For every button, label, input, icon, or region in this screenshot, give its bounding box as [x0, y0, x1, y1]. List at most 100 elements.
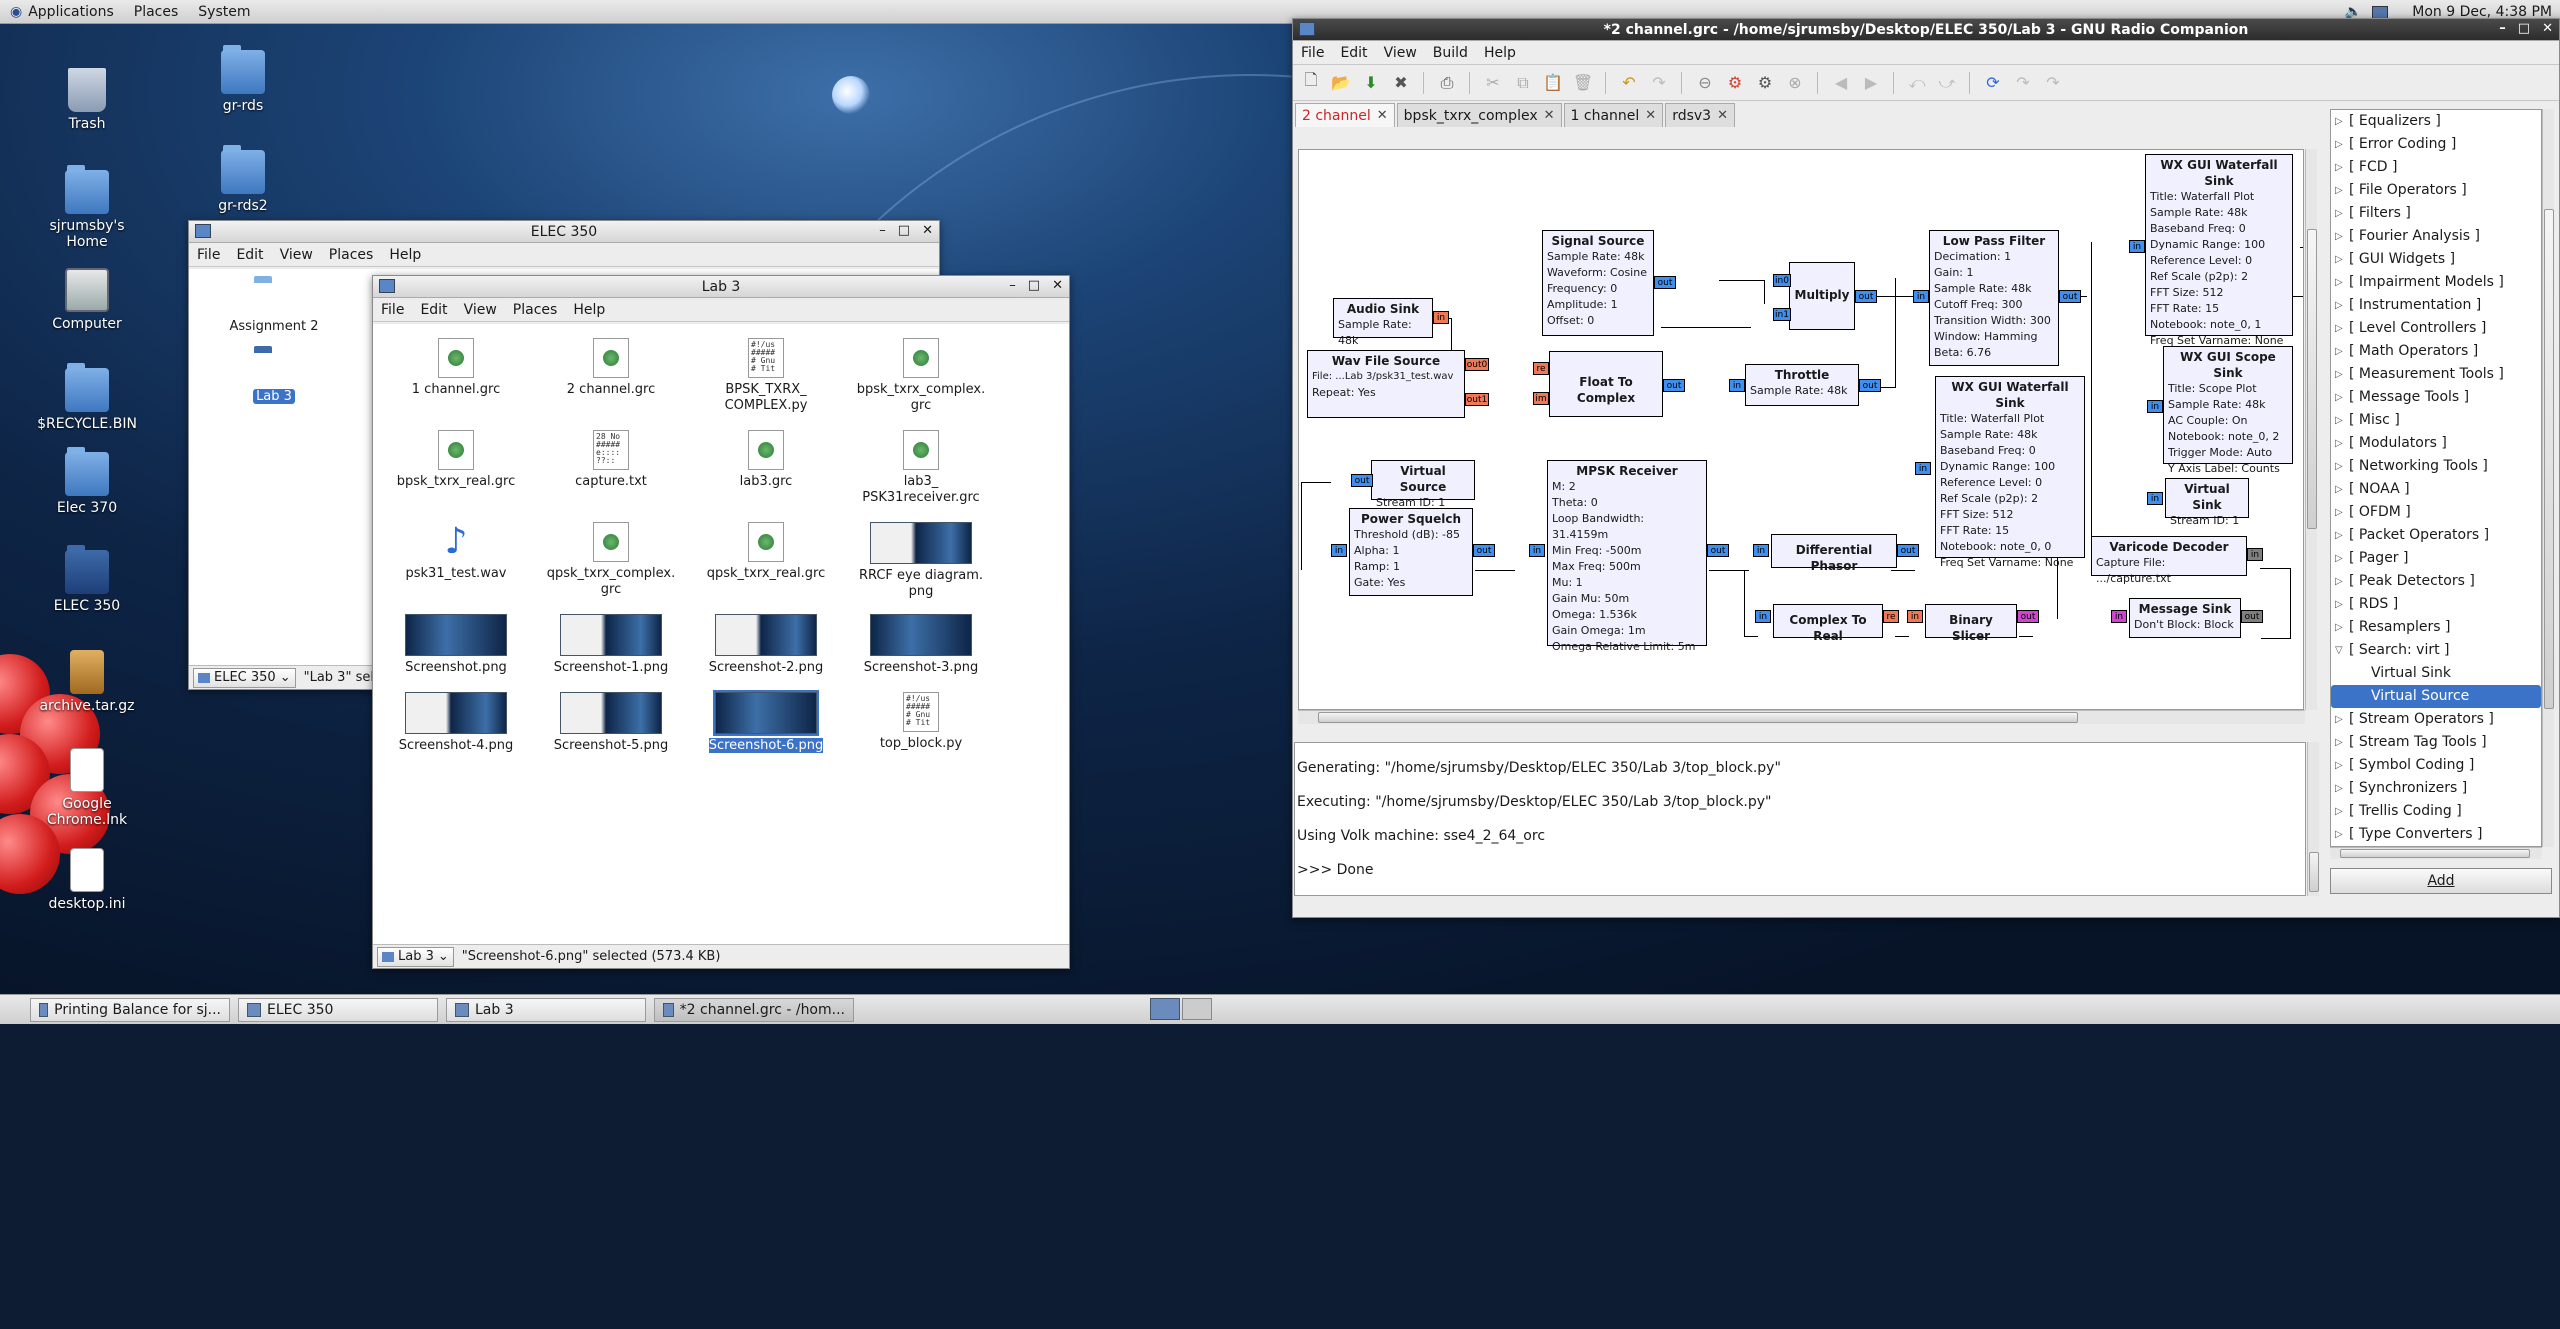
tree-category[interactable]: [ Type Converters ] [2331, 823, 2541, 846]
tree-category[interactable]: [ Instrumentation ] [2331, 294, 2541, 317]
open-icon[interactable]: 📂 [1329, 71, 1353, 95]
menu-places[interactable]: Places [513, 302, 558, 318]
reload-icon[interactable]: ⟳ [1981, 71, 2005, 95]
block-virtual-sink[interactable]: Virtual Sink Stream ID: 1 [2165, 478, 2249, 527]
canvas-horizontal-scrollbar[interactable] [1298, 710, 2305, 724]
menu-help[interactable]: Help [573, 302, 605, 318]
port-re[interactable]: re [1883, 610, 1899, 623]
port-out[interactable]: out [1855, 290, 1877, 303]
desktop-icon-elec350[interactable]: ELEC 350 [27, 545, 147, 614]
file-item[interactable]: qpsk_txrx_real.grc [691, 522, 841, 582]
tree-category[interactable]: [ Stream Operators ] [2331, 708, 2541, 731]
menu-build[interactable]: Build [1433, 45, 1468, 61]
desktop-icon-computer[interactable]: Computer [27, 268, 147, 332]
tab-1-channel[interactable]: 1 channel ✕ [1563, 103, 1664, 127]
block-audio-sink[interactable]: Audio Sink Sample Rate: 48k [1333, 298, 1433, 347]
scrollbar-thumb[interactable] [2307, 229, 2317, 529]
tab-2-channel[interactable]: 2 channel ✕ [1295, 103, 1395, 127]
lab3-titlebar[interactable]: Lab 3 – □ ✕ [373, 276, 1069, 298]
port-out[interactable]: out [2241, 610, 2263, 623]
tree-category[interactable]: [ Misc ] [2331, 409, 2541, 432]
port-out[interactable]: out [1654, 276, 1676, 289]
menu-help[interactable]: Help [389, 247, 421, 263]
port-in[interactable]: in [2129, 240, 2145, 253]
menu-edit[interactable]: Edit [1340, 45, 1367, 61]
execute-icon[interactable]: ⚙ [1753, 71, 1777, 95]
tree-category[interactable]: [ Error Coding ] [2331, 133, 2541, 156]
menu-file[interactable]: File [381, 302, 404, 318]
close-icon[interactable]: ✕ [1717, 108, 1728, 123]
close-icon[interactable]: ✕ [2542, 21, 2553, 36]
grc-titlebar[interactable]: *2 channel.grc - /home/sjrumsby/Desktop/… [1293, 19, 2559, 41]
undo-icon[interactable]: ↶ [1617, 71, 1641, 95]
block-wav-file-source[interactable]: Wav File Source File: ...Lab 3/psk31_tes… [1307, 350, 1465, 418]
tree-category[interactable]: [ Peak Detectors ] [2331, 570, 2541, 593]
bypass-icon[interactable]: ↷ [2011, 71, 2035, 95]
block-wx-gui-waterfall-sink[interactable]: WX GUI Waterfall Sink Title: Waterfall P… [2145, 154, 2293, 347]
file-item[interactable]: #!/us ##### # Gnu # Tit top_block.py [846, 692, 996, 752]
menu-places[interactable]: Places [329, 247, 374, 263]
redo-icon[interactable]: ↷ [1647, 71, 1671, 95]
block-throttle[interactable]: Throttle Sample Rate: 48k [1745, 364, 1859, 406]
desktop-icon-gr-rds[interactable]: gr-rds [183, 45, 303, 114]
minimize-icon[interactable]: – [879, 223, 886, 238]
menu-view[interactable]: View [1384, 45, 1417, 61]
paste-icon[interactable]: 📋 [1541, 71, 1565, 95]
port-in[interactable]: in [1915, 462, 1931, 475]
port-in[interactable]: in [1913, 290, 1929, 303]
rotate-ccw-icon[interactable]: ⤺ [1905, 71, 1929, 95]
file-item[interactable]: lab3_ PSK31receiver.grc [846, 430, 996, 506]
port-out0[interactable]: out0 [1465, 358, 1489, 371]
block-float-to-complex[interactable]: Float To Complex [1549, 351, 1663, 417]
file-item[interactable]: Screenshot-2.png [691, 614, 841, 676]
file-item[interactable]: 1 channel.grc [381, 338, 531, 398]
kill-icon[interactable]: ⊗ [1783, 71, 1807, 95]
tree-category[interactable]: [ Networking Tools ] [2331, 455, 2541, 478]
close-file-icon[interactable]: ✖ [1389, 71, 1413, 95]
block-wx-gui-waterfall-sink-2[interactable]: WX GUI Waterfall Sink Title: Waterfall P… [1935, 376, 2085, 569]
cut-icon[interactable]: ✂ [1481, 71, 1505, 95]
block-signal-source[interactable]: Signal Source Sample Rate: 48k Waveform:… [1542, 230, 1654, 336]
tree-item-virtual-sink[interactable]: Virtual Sink [2331, 662, 2541, 685]
file-item[interactable]: bpsk_txrx_complex. grc [846, 338, 996, 414]
port-in[interactable]: in [1331, 544, 1347, 557]
block-differential-phasor[interactable]: Differential Phasor [1771, 534, 1897, 573]
delete-icon[interactable]: 🗑 [1571, 71, 1595, 95]
new-icon[interactable]: 🗋 [1299, 70, 1323, 95]
desktop-icon-trash[interactable]: Trash [27, 68, 147, 132]
scrollbar-thumb[interactable] [2340, 849, 2530, 858]
tree-category[interactable]: [ Resamplers ] [2331, 616, 2541, 639]
tab-rdsv3[interactable]: rdsv3 ✕ [1665, 103, 1735, 127]
block-virtual-source[interactable]: Virtual Source Stream ID: 1 [1371, 460, 1475, 509]
scrollbar-thumb[interactable] [2544, 209, 2554, 709]
maximize-icon[interactable]: □ [1028, 278, 1040, 293]
file-item[interactable]: qpsk_txrx_complex. grc [536, 522, 686, 598]
save-icon[interactable]: ⬇ [1359, 71, 1383, 95]
file-item[interactable]: Screenshot-5.png [536, 692, 686, 754]
desktop-icon-chrome-lnk[interactable]: Google Chrome.lnk [27, 748, 147, 828]
file-item[interactable]: bpsk_txrx_real.grc [381, 430, 531, 490]
file-item[interactable]: Screenshot.png [381, 614, 531, 676]
canvas-vertical-scrollbar[interactable] [2305, 149, 2317, 710]
port-in[interactable]: in [1907, 610, 1923, 623]
flowgraph-canvas[interactable]: Audio Sink Sample Rate: 48k in Wav File … [1298, 149, 2304, 710]
location-combo[interactable]: Lab 3 ⌄ [377, 946, 454, 967]
menu-edit[interactable]: Edit [420, 302, 447, 318]
tree-category[interactable]: [ Modulators ] [2331, 432, 2541, 455]
port-in1[interactable]: in1 [1773, 308, 1791, 321]
generate-icon[interactable]: ⚙ [1723, 71, 1747, 95]
print-icon[interactable]: ⎙ [1435, 71, 1459, 95]
add-block-button[interactable]: Add [2330, 868, 2552, 894]
menu-edit[interactable]: Edit [236, 247, 263, 263]
places-menu[interactable]: Places [124, 4, 189, 20]
tree-horizontal-scrollbar[interactable] [2330, 847, 2542, 859]
block-multiply[interactable]: Multiply [1789, 262, 1855, 330]
tree-category[interactable]: [ Impairment Models ] [2331, 271, 2541, 294]
file-item[interactable]: lab3.grc [691, 430, 841, 490]
arrow-left-icon[interactable]: ◀ [1829, 71, 1853, 95]
tree-category[interactable]: [ Trellis Coding ] [2331, 800, 2541, 823]
port-in[interactable]: in [1753, 544, 1769, 557]
menu-view[interactable]: View [280, 247, 313, 263]
tree-category[interactable]: [ OFDM ] [2331, 501, 2541, 524]
port-in[interactable]: in [1755, 610, 1771, 623]
